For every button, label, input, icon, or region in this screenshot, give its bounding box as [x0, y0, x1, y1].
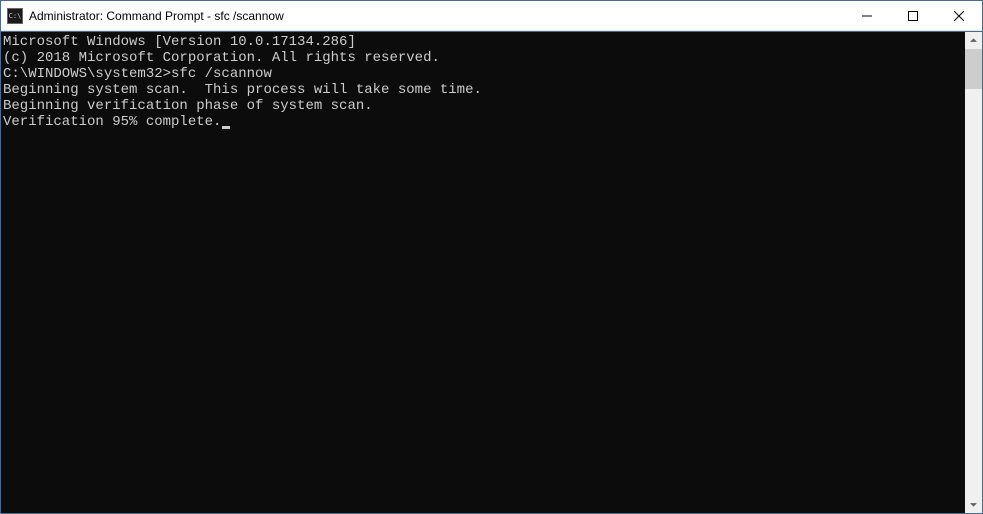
cmd-icon: C:\: [7, 8, 23, 24]
minimize-button[interactable]: [844, 1, 890, 30]
maximize-icon: [908, 11, 918, 21]
chevron-up-icon: [970, 37, 977, 44]
command-prompt-window: C:\ Administrator: Command Prompt - sfc …: [0, 0, 983, 514]
cursor: [222, 126, 230, 129]
output-line: Beginning verification phase of system s…: [3, 98, 965, 114]
window-controls: [844, 1, 982, 30]
output-line: Microsoft Windows [Version 10.0.17134.28…: [3, 34, 965, 50]
terminal-output[interactable]: Microsoft Windows [Version 10.0.17134.28…: [1, 32, 965, 513]
window-title: Administrator: Command Prompt - sfc /sca…: [29, 9, 844, 23]
scroll-up-button[interactable]: [965, 32, 982, 49]
scroll-down-button[interactable]: [965, 496, 982, 513]
output-line: Beginning system scan. This process will…: [3, 82, 965, 98]
titlebar[interactable]: C:\ Administrator: Command Prompt - sfc …: [1, 1, 982, 31]
chevron-down-icon: [970, 501, 977, 508]
close-button[interactable]: [936, 1, 982, 30]
content-area: Microsoft Windows [Version 10.0.17134.28…: [1, 31, 982, 513]
vertical-scrollbar[interactable]: [965, 32, 982, 513]
minimize-icon: [862, 11, 872, 21]
scroll-thumb[interactable]: [965, 49, 982, 89]
output-line: C:\WINDOWS\system32>sfc /scannow: [3, 66, 965, 82]
close-icon: [954, 11, 964, 21]
progress-text: Verification 95% complete.: [3, 114, 221, 130]
scroll-track[interactable]: [965, 49, 982, 496]
maximize-button[interactable]: [890, 1, 936, 30]
output-line: (c) 2018 Microsoft Corporation. All righ…: [3, 50, 965, 66]
output-line: Verification 95% complete.: [3, 114, 965, 130]
